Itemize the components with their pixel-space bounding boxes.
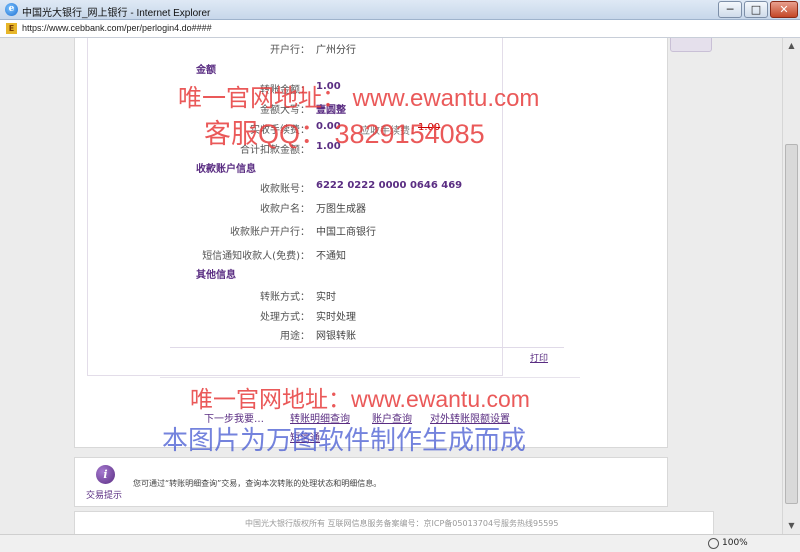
transaction-tip-box: i 交易提示 您可通过“转账明细查询”交易，查询本次转账的处理状态和明细信息。 [74, 457, 668, 507]
payee-bank-value: 中国工商银行 [316, 227, 376, 238]
window-title: 中国光大银行_网上银行 - Internet Explorer [22, 8, 211, 19]
window-titlebar: e 中国光大银行_网上银行 - Internet Explorer ─ □ ✕ [0, 0, 800, 20]
process-mode-value: 实时处理 [316, 312, 356, 323]
payee-bank-label: 收款账户开户行： [230, 227, 310, 238]
watermark-line-4: 本图片为万图软件制作生成而成 [162, 425, 527, 455]
payee-name-value: 万图生成器 [316, 204, 366, 215]
watermark-line-2: 客服QQ： 3829154085 [204, 119, 485, 149]
payee-account-label: 收款账号： [260, 184, 310, 195]
zoom-level[interactable]: 100% [722, 538, 748, 548]
print-link[interactable]: 打印 [530, 351, 548, 364]
branch-row: 开户行： [0, 41, 310, 56]
transfer-mode-label: 转账方式： [260, 292, 310, 303]
transfer-mode-row: 转账方式： [0, 288, 310, 303]
side-widget[interactable] [670, 38, 712, 52]
page-viewport: 开户行： 广州分行 金额 转账金额： 1.00 金额大写： 壹圆整 实收手续费：… [0, 38, 782, 534]
status-bar: 100% [0, 534, 800, 552]
transfer-mode-value: 实时 [316, 292, 336, 303]
minimize-button[interactable]: ─ [718, 1, 742, 18]
purpose-row: 用途： [0, 327, 310, 342]
sms-label: 短信通知收款人(免费)： [202, 251, 310, 262]
payee-name-label: 收款户名： [260, 204, 310, 215]
vertical-scrollbar[interactable]: ▲ ▼ [782, 38, 800, 534]
payee-account-value: 6222 0222 0000 0646 469 [316, 180, 463, 191]
watermark-line-1: 唯一官网地址： www.ewantu.com [178, 85, 540, 112]
form-divider [170, 347, 564, 348]
branch-value: 广州分行 [316, 45, 356, 56]
purpose-value: 网银转账 [316, 331, 356, 342]
zoom-icon[interactable] [708, 538, 719, 549]
scrollbar-thumb[interactable] [785, 144, 798, 504]
tip-label: 交易提示 [86, 491, 123, 501]
info-icon: i [96, 465, 115, 484]
payee-bank-row: 收款账户开户行： [0, 223, 310, 238]
footer-text: 中国光大银行版权所有 互联网信息服务备案编号：京ICP备05013704号服务热… [245, 519, 559, 528]
payee-name-row: 收款户名： [0, 200, 310, 215]
page-footer: 中国光大银行版权所有 互联网信息服务备案编号：京ICP备05013704号服务热… [74, 511, 714, 534]
maximize-button[interactable]: □ [744, 1, 768, 18]
close-button[interactable]: ✕ [770, 1, 798, 18]
other-section-title: 其他信息 [196, 270, 236, 281]
branch-label: 开户行： [270, 45, 310, 56]
payee-section-title: 收款账户信息 [196, 164, 256, 175]
site-favicon-icon: E [6, 23, 17, 34]
purpose-label: 用途： [280, 331, 310, 342]
sms-value: 不通知 [316, 251, 346, 262]
address-bar[interactable]: E https://www.cebbank.com/per/perlogin4.… [0, 20, 800, 38]
watermark-line-3: 唯一官网地址：www.ewantu.com [190, 386, 530, 412]
actions-divider [160, 377, 580, 378]
scroll-up-icon[interactable]: ▲ [783, 38, 800, 53]
internet-explorer-icon: e [5, 3, 18, 16]
payee-account-row: 收款账号： [0, 180, 310, 195]
amount-section-title: 金额 [196, 65, 216, 76]
process-mode-row: 处理方式： [0, 308, 310, 323]
url-text[interactable]: https://www.cebbank.com/per/perlogin4.do… [22, 23, 212, 33]
scroll-down-icon[interactable]: ▼ [783, 518, 800, 533]
tip-text: 您可通过“转账明细查询”交易，查询本次转账的处理状态和明细信息。 [133, 479, 382, 488]
process-mode-label: 处理方式： [260, 312, 310, 323]
sms-row: 短信通知收款人(免费)： [0, 247, 310, 262]
